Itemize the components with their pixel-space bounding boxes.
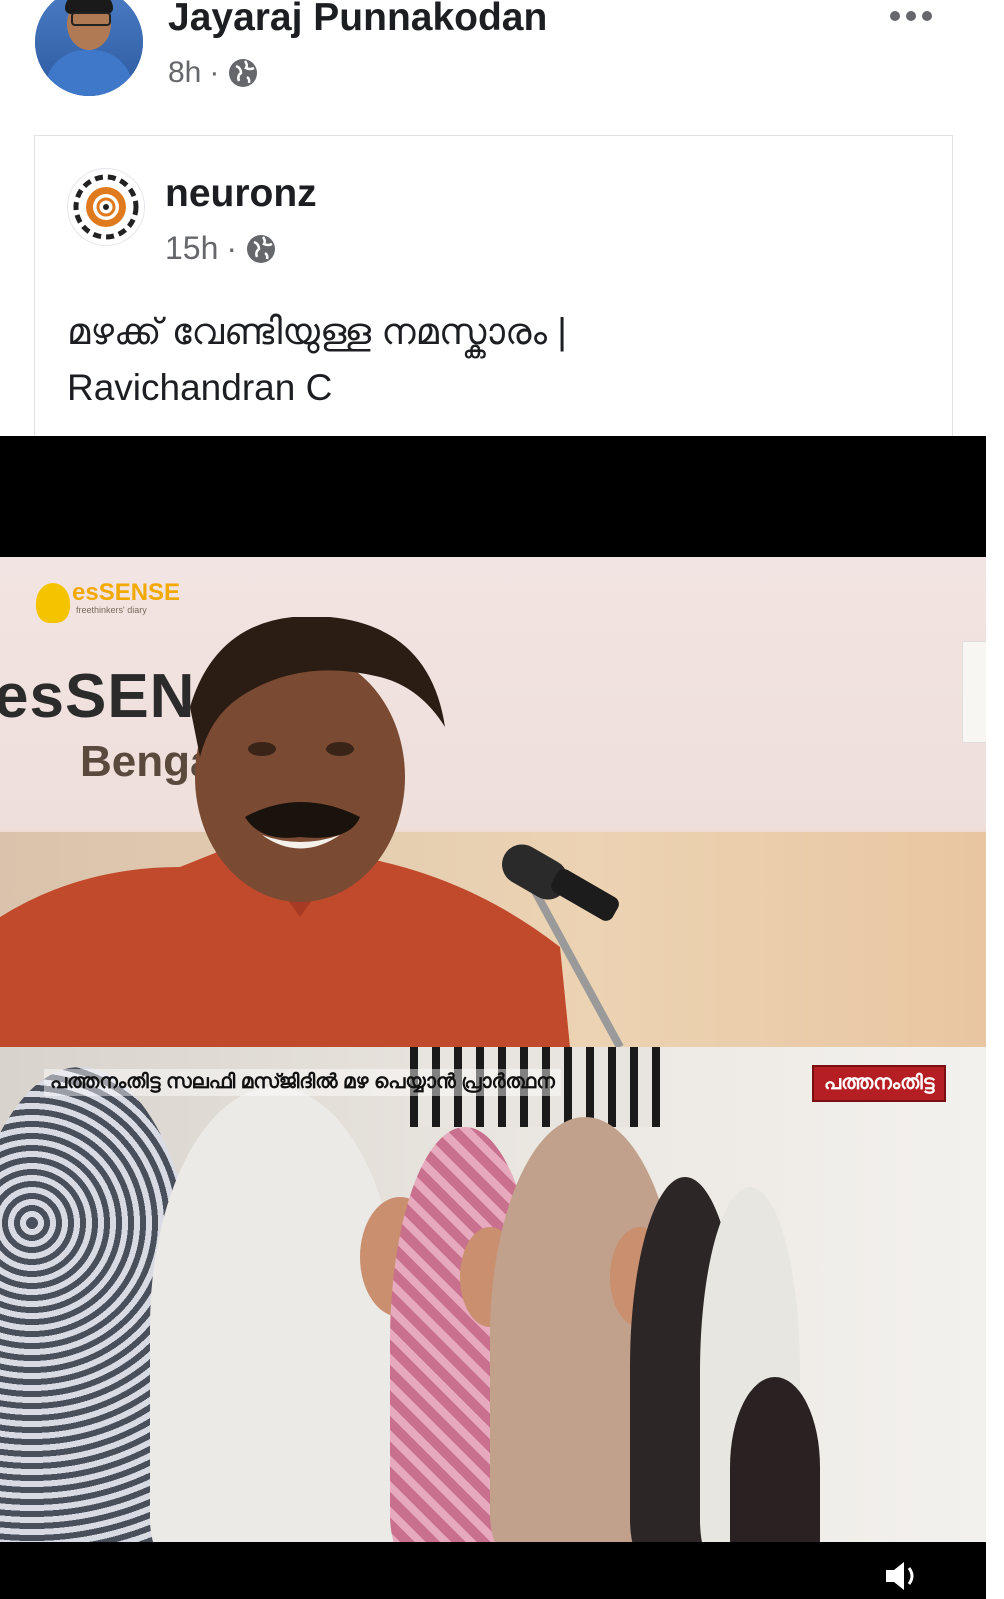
essense-logo-tagline: freethinkers' diary xyxy=(76,605,147,615)
microphone-icon xyxy=(502,844,624,1047)
author-avatar[interactable] xyxy=(35,0,143,96)
shared-post-time[interactable]: 15h xyxy=(165,230,218,267)
volume-icon[interactable] xyxy=(882,1556,922,1596)
post-time[interactable]: 8h xyxy=(168,56,201,90)
globe-icon xyxy=(247,234,276,263)
shared-post-card[interactable]: neuronz 15h · മഴക്ക് വേണ്ടിയുള്ള നമസ്കാര… xyxy=(34,135,953,441)
neuronz-logo-icon xyxy=(73,174,139,240)
paper-note xyxy=(962,641,986,743)
video-frame-speaker: esSENSE freethinkers' diary esSEN Benga xyxy=(0,557,986,1047)
shared-post-meta: 15h · xyxy=(165,230,277,267)
author-name[interactable]: Jayaraj Punnakodan xyxy=(168,0,547,40)
shared-post-text: മഴക്ക് വേണ്ടിയുള്ള നമസ്കാരം | Ravichandr… xyxy=(67,304,927,416)
essense-logo-text: esSENSE xyxy=(72,579,181,606)
person-scarf xyxy=(730,1377,820,1542)
news-ticker-text: പത്തനംതിട്ട സലഫി മസ്ജിദിൽ മഴ പെയ്യാൻ പ്ര… xyxy=(44,1069,561,1096)
more-options-icon[interactable] xyxy=(886,4,936,24)
post-meta: 8h · xyxy=(168,56,259,90)
video-controls-bar xyxy=(0,1542,986,1599)
post-text-line2: Ravichandran C xyxy=(67,367,333,408)
post-text-line1: മഴക്ക് വേണ്ടിയുള്ള നമസ്കാരം | xyxy=(67,311,567,352)
meta-separator: · xyxy=(226,230,238,266)
page-name[interactable]: neuronz xyxy=(165,172,317,216)
post-header: Jayaraj Punnakodan 8h · xyxy=(0,0,1004,120)
page-avatar[interactable] xyxy=(67,168,145,246)
video-frame-prayer: പത്തനംതിട്ട സലഫി മസ്ജിദിൽ മഴ പെയ്യാൻ പ്ര… xyxy=(0,1047,986,1542)
person-scarf xyxy=(150,1087,400,1542)
video-letterbox-top xyxy=(0,436,986,557)
meta-separator: · xyxy=(209,56,220,89)
globe-icon xyxy=(229,59,258,87)
location-badge: പത്തനംതിട്ട xyxy=(812,1065,947,1102)
video-player[interactable]: esSENSE freethinkers' diary esSEN Benga xyxy=(0,436,986,1599)
